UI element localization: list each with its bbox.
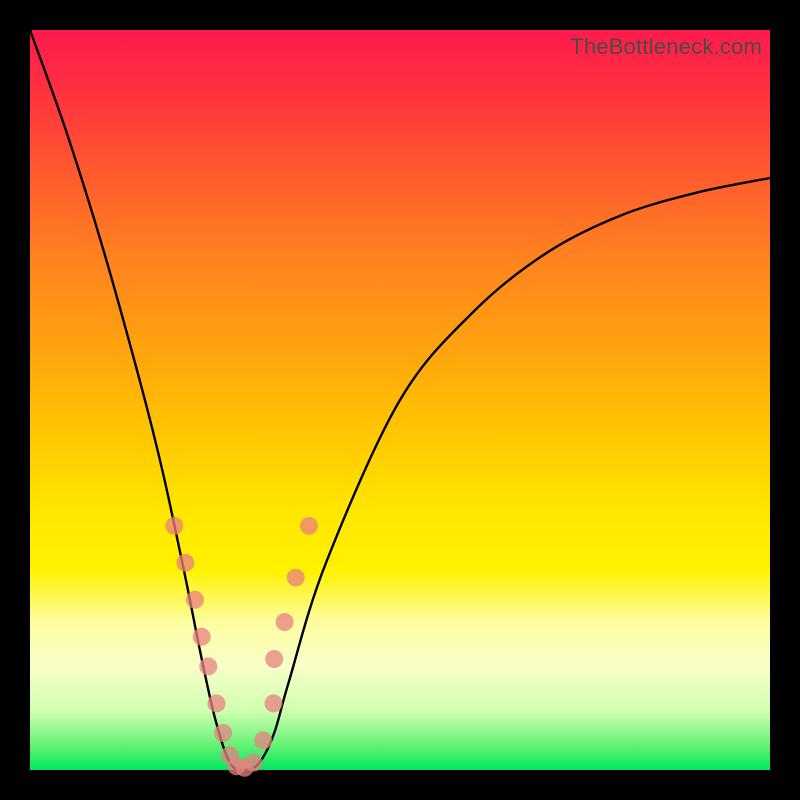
highlight-point: [193, 628, 211, 646]
chart-frame: TheBottleneck.com: [0, 0, 800, 800]
highlight-point: [265, 694, 283, 712]
highlight-point: [186, 591, 204, 609]
highlight-point: [276, 613, 294, 631]
highlight-point: [208, 694, 226, 712]
highlight-point: [245, 754, 263, 772]
plot-area: TheBottleneck.com: [30, 30, 770, 770]
highlight-points: [165, 517, 318, 777]
highlight-point: [300, 517, 318, 535]
highlight-point: [254, 731, 272, 749]
highlight-point: [165, 517, 183, 535]
curve-layer: [30, 30, 770, 770]
bottleneck-curve: [30, 30, 770, 770]
highlight-point: [199, 657, 217, 675]
highlight-point: [214, 724, 232, 742]
highlight-point: [176, 554, 194, 572]
highlight-point: [265, 650, 283, 668]
highlight-point: [287, 569, 305, 587]
